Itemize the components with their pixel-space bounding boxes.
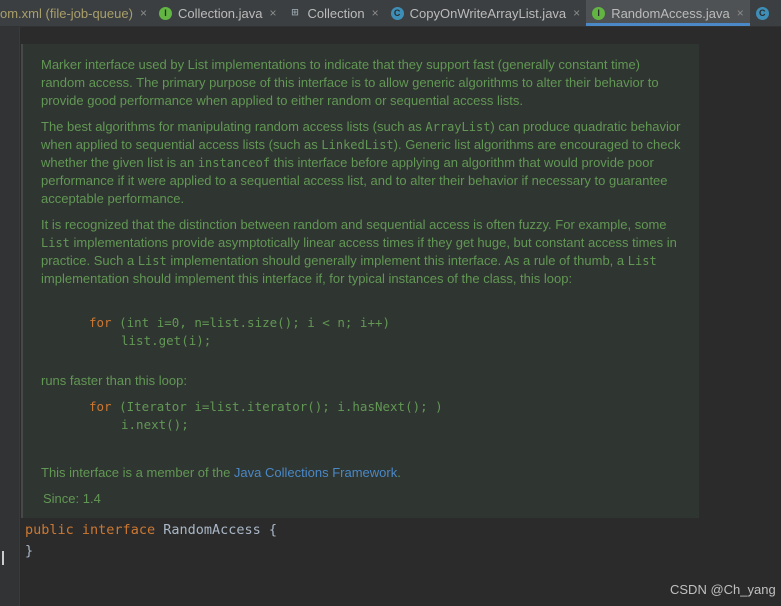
collections-framework-link[interactable]: Java Collections Framework xyxy=(234,465,397,480)
tab-collection-structure[interactable]: ⊞ Collection × xyxy=(283,0,385,26)
editor-tab-bar: om.xml (file-job-queue) × I Collection.j… xyxy=(0,0,781,27)
doc-paragraph-3: It is recognized that the distinction be… xyxy=(41,216,697,288)
gutter-marker xyxy=(2,551,4,565)
code-ref[interactable]: LinkedList xyxy=(321,138,393,152)
javadoc-render-block: Marker interface used by List implementa… xyxy=(21,44,699,518)
doc-text: It is recognized that the distinction be… xyxy=(41,217,667,232)
doc-paragraph-2: The best algorithms for manipulating ran… xyxy=(41,118,687,208)
code-keyword: for xyxy=(89,315,112,330)
editor-gutter[interactable] xyxy=(0,27,20,606)
tab-label: Collection xyxy=(307,5,365,21)
code-example-line: for (Iterator i=list.iterator(); i.hasNe… xyxy=(89,399,443,414)
code-ref[interactable]: List xyxy=(138,254,167,268)
code-ref: instanceof xyxy=(197,156,271,170)
source-line-declaration[interactable]: public interface RandomAccess { xyxy=(25,522,277,538)
doc-paragraph-1: Marker interface used by List implementa… xyxy=(41,56,677,110)
tab-label: CopyOnWriteArrayList.java xyxy=(409,5,567,21)
tab-copyonwritearraylist-java[interactable]: C CopyOnWriteArrayList.java × xyxy=(385,0,587,26)
tab-overflow[interactable]: C xyxy=(750,0,781,26)
interface-icon: I xyxy=(592,6,606,20)
code-text: (int i=0, n=list.size(); i < n; i++) xyxy=(111,315,391,330)
code-ref[interactable]: ArrayList xyxy=(425,120,490,134)
doc-runs-faster: runs faster than this loop: xyxy=(41,373,187,388)
doc-text: This interface is a member of the xyxy=(41,465,234,480)
doc-since: Since: 1.4 xyxy=(43,491,101,506)
close-icon[interactable]: × xyxy=(140,6,147,20)
class-icon: C xyxy=(390,6,404,20)
code-ref[interactable]: List xyxy=(41,236,70,250)
code-keyword: for xyxy=(89,399,112,414)
tab-label: RandomAccess.java xyxy=(611,5,730,21)
close-icon[interactable]: × xyxy=(573,6,580,20)
tab-label: om.xml (file-job-queue) xyxy=(0,5,133,21)
code-example-line: list.get(i); xyxy=(121,333,212,348)
tab-pom-xml[interactable]: om.xml (file-job-queue) × xyxy=(0,0,153,26)
doc-member-note: This interface is a member of the Java C… xyxy=(41,465,401,480)
class-icon: C xyxy=(755,6,769,20)
doc-text: implementation should generally implemen… xyxy=(166,253,628,268)
doc-text: implementation should implement this int… xyxy=(41,271,573,286)
code-example-line: i.next(); xyxy=(121,417,189,432)
code-example-line: for (int i=0, n=list.size(); i < n; i++) xyxy=(89,315,390,330)
doc-text: The best algorithms for manipulating ran… xyxy=(41,119,426,134)
code-text: RandomAccess { xyxy=(155,522,277,538)
code-ref[interactable]: List xyxy=(628,254,657,268)
close-icon[interactable]: × xyxy=(372,6,379,20)
doc-text: . xyxy=(397,465,401,480)
close-icon[interactable]: × xyxy=(737,6,744,20)
tab-randomaccess-java[interactable]: I RandomAccess.java × xyxy=(586,0,750,26)
structure-icon: ⊞ xyxy=(291,8,299,18)
tab-label: Collection.java xyxy=(177,5,263,21)
doc-text: Marker interface used by List implementa… xyxy=(41,57,659,108)
code-keyword: public xyxy=(25,522,74,538)
code-keyword: interface xyxy=(81,522,156,538)
code-text: (Iterator i=list.iterator(); i.hasNext()… xyxy=(111,399,443,414)
tab-collection-java[interactable]: I Collection.java × xyxy=(153,0,283,26)
interface-icon: I xyxy=(158,6,172,20)
watermark: CSDN @Ch_yang xyxy=(670,582,776,597)
source-line-close-brace[interactable]: } xyxy=(25,543,33,559)
close-icon[interactable]: × xyxy=(270,6,277,20)
